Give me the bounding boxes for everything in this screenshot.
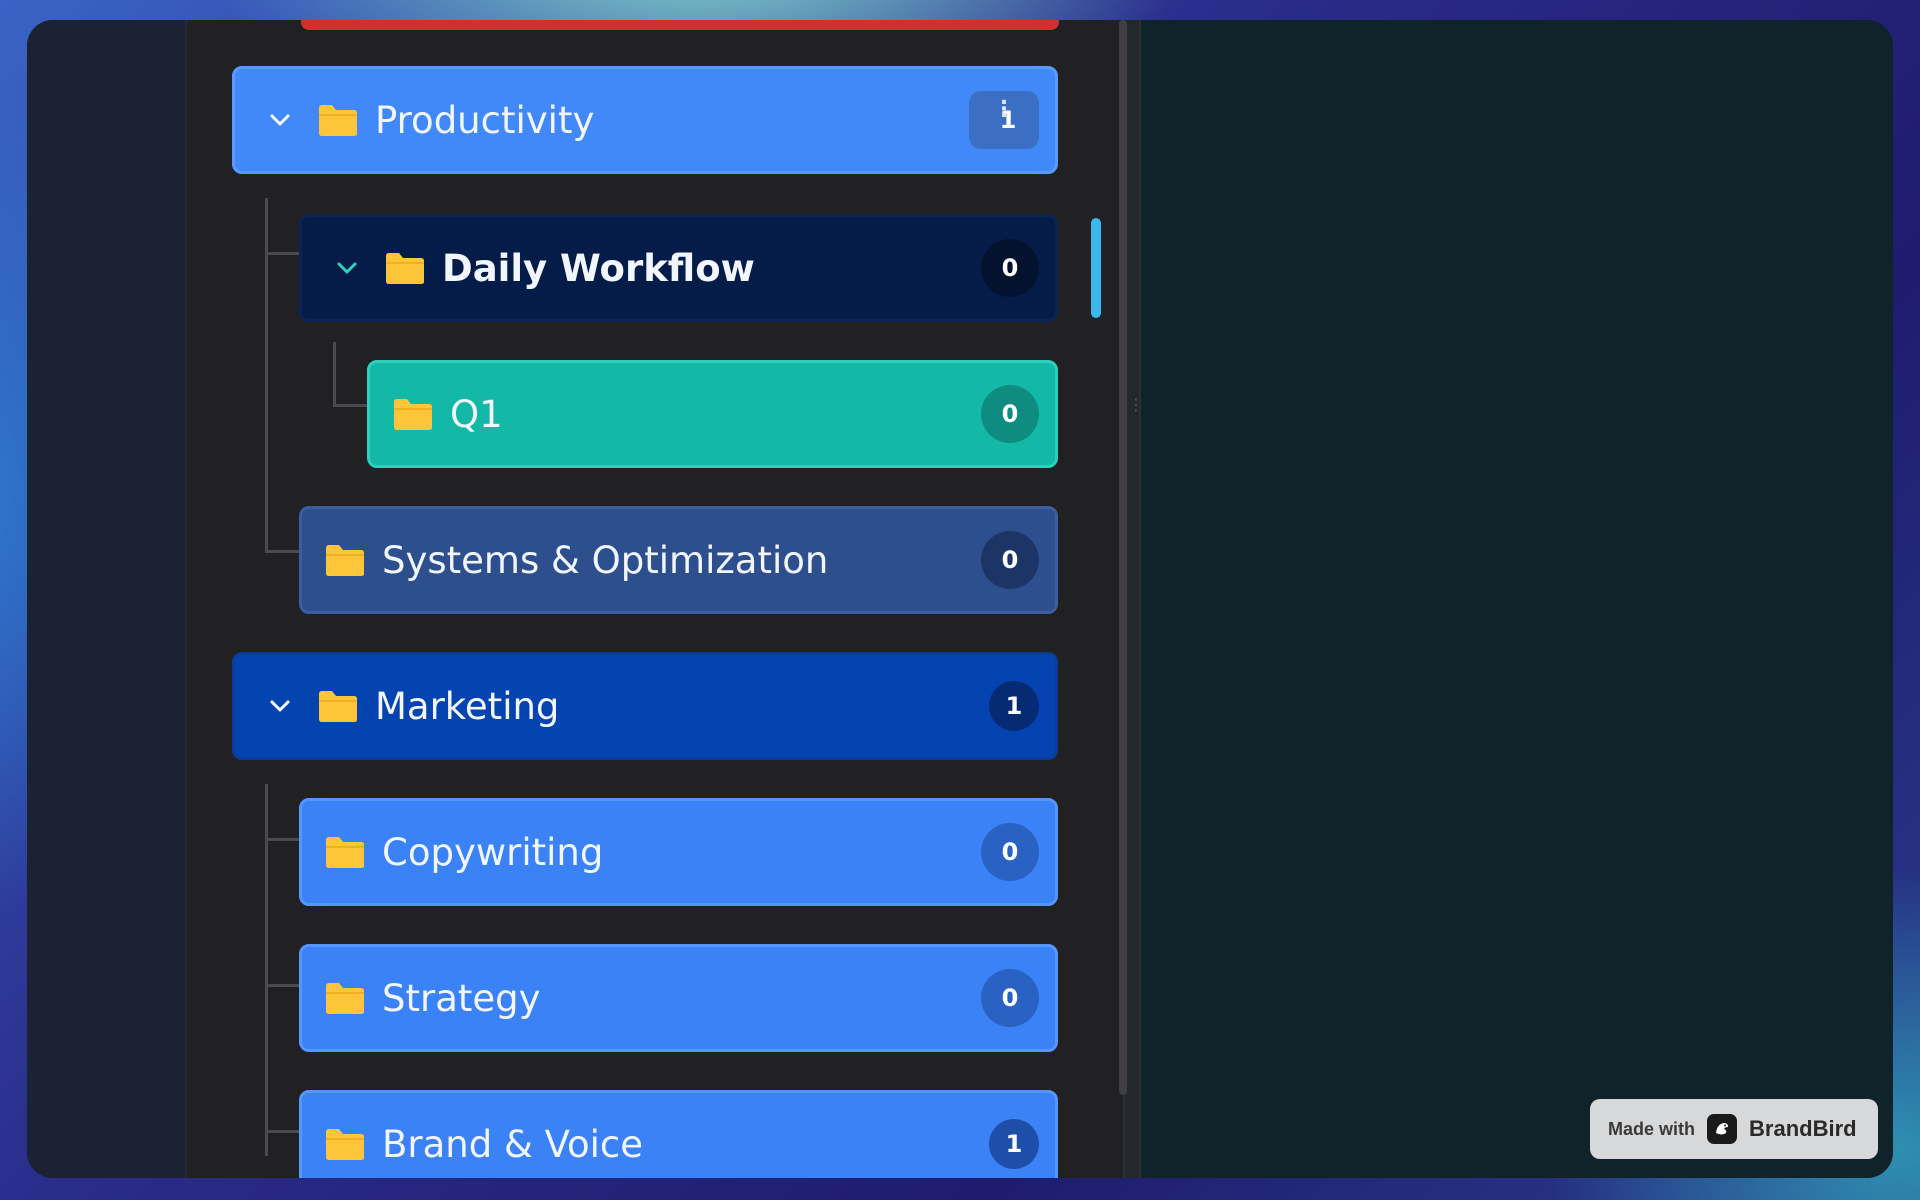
made-with-text: Made with [1608,1118,1696,1139]
folder-icon [392,396,434,432]
count-badge: 1 [989,681,1039,731]
folder-row-marketing[interactable]: Marketing 1 [232,652,1058,760]
tree-line [265,252,299,255]
folder-row-copywriting[interactable]: Copywriting 0 [299,798,1058,906]
folder-label: Brand & Voice [382,1122,644,1166]
tree-line [265,550,299,553]
chevron-down-icon[interactable] [265,105,295,135]
drag-handle-icon[interactable]: ⋮ [993,99,1015,121]
content-area [1139,20,1893,1178]
folder-label: Marketing [375,684,560,728]
count-badge: 0 [981,969,1039,1027]
folder-icon [324,980,366,1016]
scrollbar[interactable] [1119,20,1127,1095]
left-rail [27,20,187,1178]
tree-line [333,342,336,406]
tree-line [265,1130,299,1133]
chevron-down-icon[interactable] [265,691,295,721]
tree-line [265,984,299,987]
folder-icon [324,1126,366,1162]
folder-row-daily-workflow[interactable]: Daily Workflow 0 [299,214,1058,322]
drag-grip-icon[interactable]: ⋮ [1128,397,1144,413]
count-badge: 0 [981,385,1039,443]
folder-row-systems-optimization[interactable]: Systems & Optimization 0 [299,506,1058,614]
brandbird-watermark[interactable]: Made with BrandBird [1590,1099,1878,1159]
folder-icon [384,250,426,286]
folder-label: Productivity [375,98,595,142]
folder-row-productivity[interactable]: Productivity ⋮ 1 [232,66,1058,174]
tree-line [333,404,367,407]
folder-icon [324,542,366,578]
app-window: ⋮ Productivity ⋮ 1 Daily Workflow 0 Q1 0… [27,20,1893,1178]
active-indicator [1091,218,1101,318]
brandbird-logo-icon [1707,1114,1738,1144]
folder-icon [324,834,366,870]
folder-label: Q1 [450,392,503,436]
count-badge: 0 [981,531,1039,589]
brand-name: BrandBird [1749,1116,1857,1141]
count-badge: 0 [981,239,1039,297]
folder-row-brand-voice[interactable]: Brand & Voice 1 [299,1090,1058,1178]
folder-label: Strategy [382,976,541,1020]
folder-label: Systems & Optimization [382,538,829,582]
chevron-down-icon[interactable] [332,253,362,283]
folder-icon [317,102,359,138]
folder-row-strategy[interactable]: Strategy 0 [299,944,1058,1052]
folder-label: Daily Workflow [442,246,755,290]
folder-icon [317,688,359,724]
tree-line [265,838,299,841]
folder-row-q1[interactable]: Q1 0 [367,360,1058,468]
previous-folder-row[interactable] [301,20,1059,30]
count-badge: 0 [981,823,1039,881]
folder-label: Copywriting [382,830,604,874]
count-badge: ⋮ 1 [969,91,1039,149]
count-badge: 1 [989,1119,1039,1169]
